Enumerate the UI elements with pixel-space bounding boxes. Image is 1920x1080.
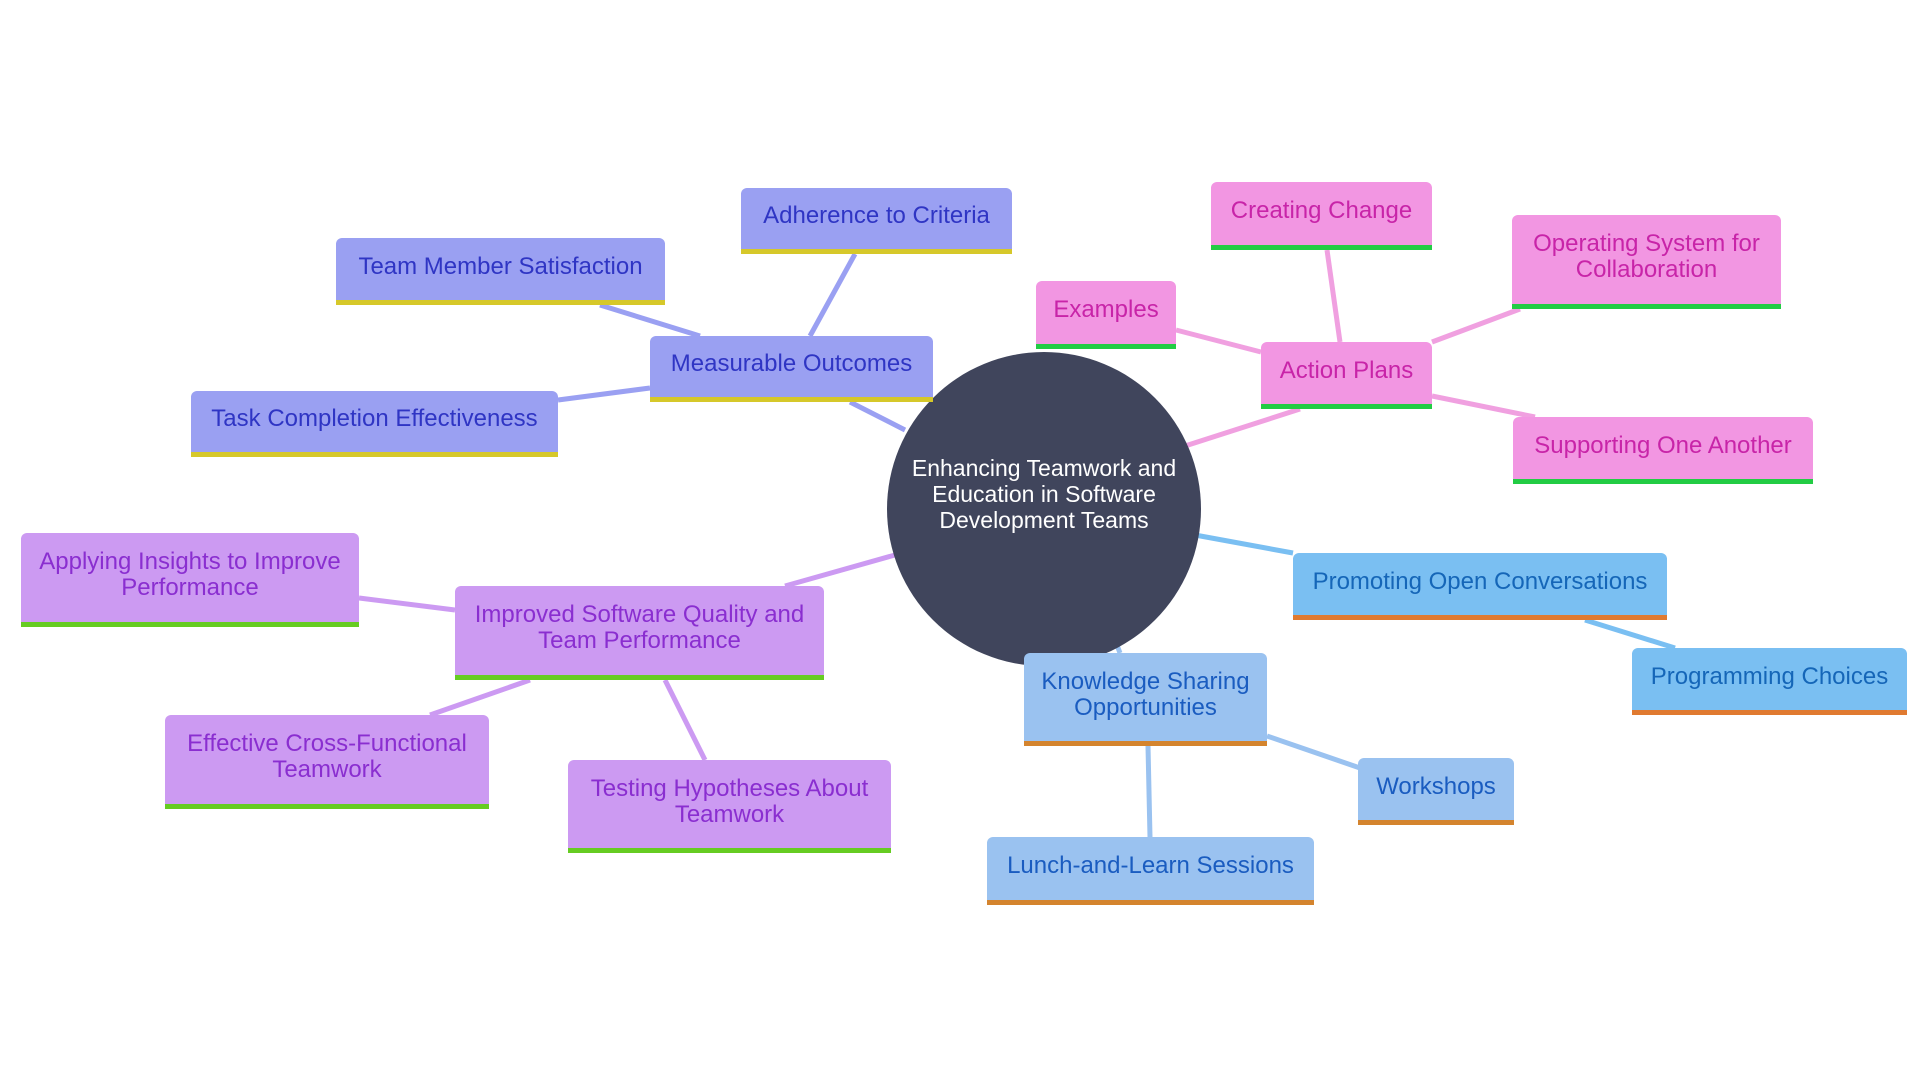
node-operating-system-for-collaboration[interactable]: Operating System for Collaboration (1512, 215, 1781, 309)
node-supporting-one-another[interactable]: Supporting One Another (1513, 417, 1813, 484)
node-label: Knowledge Sharing Opportunities (1041, 667, 1250, 721)
edge-improved-applying (358, 595, 456, 613)
node-label: Supporting One Another (1534, 431, 1792, 459)
node-examples[interactable]: Examples (1036, 281, 1176, 349)
edge-root-promoting (1194, 532, 1294, 556)
node-label: Testing Hypotheses About Teamwork (590, 774, 869, 828)
node-action-plans[interactable]: Action Plans (1261, 342, 1432, 409)
edge-action-supporting (1431, 393, 1536, 420)
node-programming-choices[interactable]: Programming Choices (1632, 648, 1907, 715)
node-creating-change[interactable]: Creating Change (1211, 182, 1432, 250)
node-label: Operating System for Collaboration (1533, 230, 1760, 283)
node-improved-software-quality[interactable]: Improved Software Quality and Team Perfo… (455, 586, 824, 680)
node-label: Team Member Satisfaction (358, 252, 643, 280)
node-label: Programming Choices (1650, 662, 1889, 690)
edge-measurable-adherence (807, 252, 858, 338)
edge-knowledge-lunch (1145, 745, 1153, 838)
node-lunch-and-learn-sessions[interactable]: Lunch-and-Learn Sessions (987, 837, 1314, 905)
node-applying-insights[interactable]: Applying Insights to Improve Performance (21, 533, 359, 627)
node-label: Action Plans (1279, 356, 1414, 384)
node-measurable-outcomes[interactable]: Measurable Outcomes (650, 336, 933, 402)
node-label: Creating Change (1230, 197, 1413, 224)
node-label: Measurable Outcomes (670, 350, 913, 377)
edge-action-creating (1324, 249, 1343, 343)
node-knowledge-sharing-opportunities[interactable]: Knowledge Sharing Opportunities (1024, 653, 1267, 746)
edge-root-improved (784, 552, 896, 589)
edge-improved-effective (429, 677, 531, 718)
node-label: Workshops (1376, 772, 1496, 800)
node-testing-hypotheses[interactable]: Testing Hypotheses About Teamwork (568, 760, 891, 853)
node-promoting-open-conversations[interactable]: Promoting Open Conversations (1293, 553, 1667, 620)
node-label: Effective Cross-Functional Teamwork (187, 730, 467, 783)
edge-action-os (1431, 306, 1521, 345)
root-node[interactable]: Enhancing Teamwork and Education in Soft… (887, 352, 1201, 666)
edge-promoting-programming (1584, 617, 1676, 651)
node-label: Examples (1053, 296, 1159, 323)
edge-knowledge-workshops (1266, 733, 1361, 771)
node-label: Applying Insights to Improve Performance (39, 548, 341, 601)
node-label: Promoting Open Conversations (1312, 567, 1648, 595)
node-team-member-satisfaction[interactable]: Team Member Satisfaction (336, 238, 665, 305)
edge-action-examples (1175, 327, 1262, 355)
node-task-completion-effectiveness[interactable]: Task Completion Effectiveness (191, 391, 558, 457)
node-workshops[interactable]: Workshops (1358, 758, 1514, 825)
edge-improved-testing (662, 678, 708, 762)
node-label: Lunch-and-Learn Sessions (1007, 852, 1294, 879)
edge-root-action (1184, 406, 1301, 449)
edge-measurable-satisfaction (599, 302, 701, 339)
node-label: Task Completion Effectiveness (211, 405, 538, 432)
node-label: Adherence to Criteria (763, 202, 990, 229)
node-effective-cross-functional-teamwork[interactable]: Effective Cross-Functional Teamwork (165, 715, 489, 809)
node-label: Improved Software Quality and Team Perfo… (474, 601, 805, 654)
node-adherence-to-criteria[interactable]: Adherence to Criteria (741, 188, 1012, 254)
root-label: Enhancing Teamwork and Education in Soft… (911, 455, 1177, 533)
edge-measurable-task (557, 385, 651, 403)
edge-root-measurable (848, 399, 907, 433)
